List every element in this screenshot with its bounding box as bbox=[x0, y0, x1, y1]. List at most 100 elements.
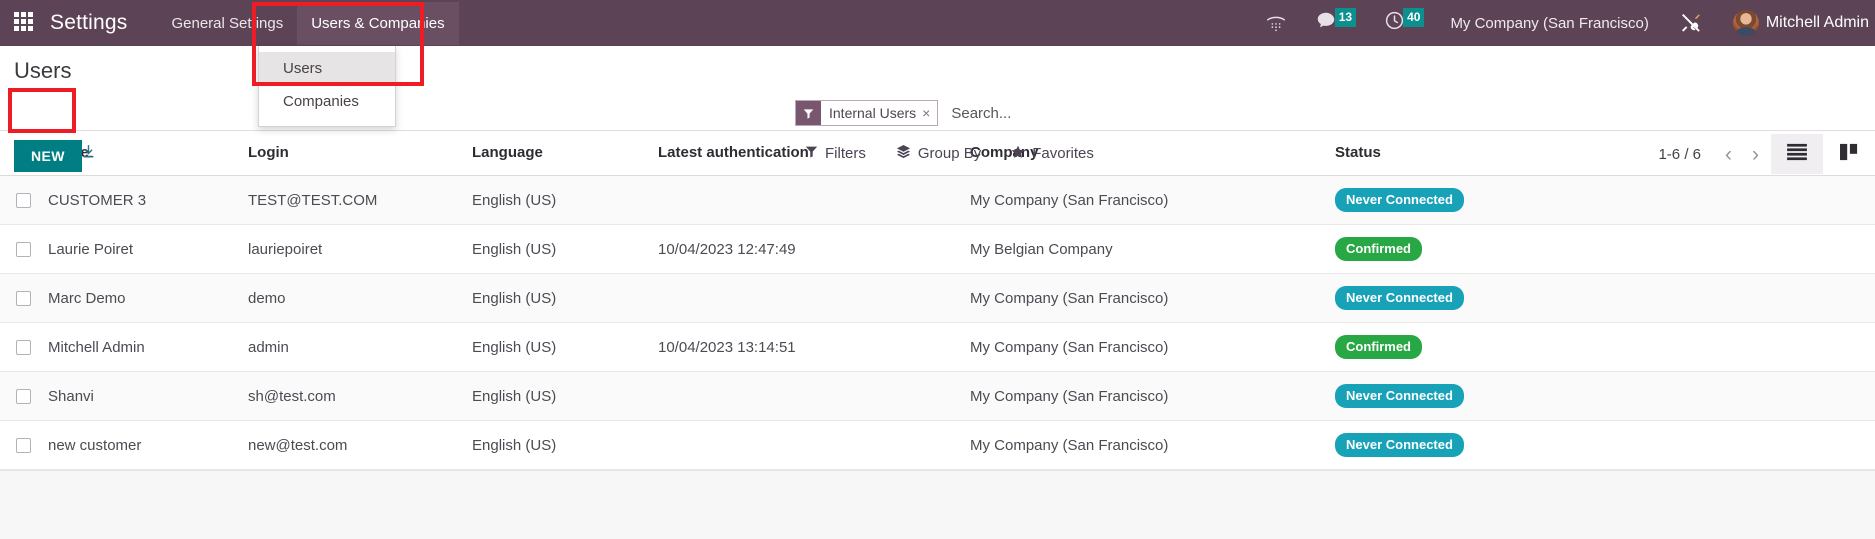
favorites-label: Favorites bbox=[1032, 145, 1094, 162]
cell-latest-authentication bbox=[658, 420, 970, 470]
cell-language: English (US) bbox=[472, 371, 658, 421]
cell-login: admin bbox=[248, 322, 472, 372]
pager: 1-6 / 6 ‹ › bbox=[1658, 144, 1767, 165]
menu-users-and-companies[interactable]: Users & Companies bbox=[297, 1, 459, 45]
status-badge: Never Connected bbox=[1335, 188, 1464, 212]
clock-icon bbox=[1384, 10, 1405, 36]
cell-company: My Company (San Francisco) bbox=[970, 175, 1335, 225]
view-switcher bbox=[1771, 134, 1875, 174]
row-checkbox-cell bbox=[0, 420, 48, 470]
menu-general-settings[interactable]: General Settings bbox=[157, 2, 297, 45]
column-header-login[interactable]: Login bbox=[248, 131, 472, 176]
cell-latest-authentication: 10/04/2023 12:47:49 bbox=[658, 224, 970, 274]
cell-name: Marc Demo bbox=[48, 273, 248, 323]
avatar[interactable] bbox=[1732, 10, 1759, 36]
status-badge: Confirmed bbox=[1335, 335, 1422, 359]
favorites-button[interactable]: Favorites bbox=[1011, 145, 1094, 163]
layers-icon bbox=[896, 144, 911, 163]
cell-login: new@test.com bbox=[248, 420, 472, 470]
row-checkbox[interactable] bbox=[16, 389, 31, 405]
tools-wrench-icon[interactable] bbox=[1679, 11, 1703, 35]
cell-name: Mitchell Admin bbox=[48, 322, 248, 372]
cell-latest-authentication bbox=[658, 371, 970, 421]
cell-login: demo bbox=[248, 273, 472, 323]
table-row[interactable]: Mitchell Admin admin English (US) 10/04/202… bbox=[0, 322, 1875, 372]
new-button[interactable]: NEW bbox=[14, 140, 82, 172]
row-checkbox-cell bbox=[0, 175, 48, 225]
cell-company: My Company (San Francisco) bbox=[970, 371, 1335, 421]
users-list-view: Name Login Language Latest authenticatio… bbox=[0, 131, 1875, 470]
cell-status: Confirmed bbox=[1335, 224, 1875, 274]
table-row[interactable]: Shanvi sh@test.com English (US) My Company … bbox=[0, 371, 1875, 421]
filter-funnel-icon bbox=[796, 101, 821, 125]
activities-badge: 40 bbox=[1403, 7, 1425, 27]
row-checkbox[interactable] bbox=[16, 291, 31, 307]
group-by-label: Group By bbox=[917, 145, 982, 162]
row-checkbox-cell bbox=[0, 224, 48, 274]
cell-status: Never Connected bbox=[1335, 175, 1875, 225]
search-facet-label: Internal Users bbox=[829, 105, 917, 121]
cell-language: English (US) bbox=[472, 322, 658, 372]
kanban-view-button[interactable] bbox=[1823, 134, 1875, 174]
users-table: Name Login Language Latest authenticatio… bbox=[0, 131, 1875, 470]
row-checkbox[interactable] bbox=[16, 242, 31, 258]
star-icon bbox=[1011, 145, 1025, 163]
row-checkbox-cell bbox=[0, 371, 48, 421]
row-checkbox[interactable] bbox=[16, 340, 31, 356]
cell-status: Never Connected bbox=[1335, 273, 1875, 323]
app-brand-settings[interactable]: Settings bbox=[50, 11, 127, 35]
dropdown-item-companies[interactable]: Companies bbox=[259, 85, 395, 118]
cell-language: English (US) bbox=[472, 273, 658, 323]
table-row[interactable]: CUSTOMER 3 TEST@TEST.COM English (US) My Co… bbox=[0, 175, 1875, 225]
cell-name: Shanvi bbox=[48, 371, 248, 421]
kanban-icon bbox=[1839, 143, 1859, 166]
cell-login: TEST@TEST.COM bbox=[248, 175, 472, 225]
cell-company: My Company (San Francisco) bbox=[970, 273, 1335, 323]
group-by-button[interactable]: Group By bbox=[896, 144, 981, 163]
search-facet-internal-users[interactable]: Internal Users × bbox=[795, 100, 939, 126]
download-arrow-icon[interactable] bbox=[80, 142, 97, 166]
close-icon[interactable]: × bbox=[922, 105, 937, 121]
cell-language: English (US) bbox=[472, 224, 658, 274]
column-header-language[interactable]: Language bbox=[472, 131, 658, 176]
filters-button[interactable]: Filters bbox=[805, 145, 866, 162]
cell-latest-authentication: 10/04/2023 13:14:51 bbox=[658, 322, 970, 372]
row-checkbox-cell bbox=[0, 273, 48, 323]
cell-name: new customer bbox=[48, 420, 248, 470]
status-badge: Never Connected bbox=[1335, 286, 1464, 310]
row-checkbox-cell bbox=[0, 322, 48, 372]
row-checkbox[interactable] bbox=[16, 193, 31, 209]
current-user-label[interactable]: Mitchell Admin bbox=[1766, 14, 1869, 32]
chevron-right-icon[interactable]: › bbox=[1744, 144, 1767, 165]
messages-counter[interactable]: 13 bbox=[1315, 7, 1357, 37]
list-view-button[interactable] bbox=[1771, 134, 1823, 174]
cell-company: My Belgian Company bbox=[970, 224, 1335, 274]
active-company-label[interactable]: My Company (San Francisco) bbox=[1450, 15, 1648, 32]
users-and-companies-dropdown: Users Companies bbox=[258, 46, 396, 127]
activities-counter[interactable]: 40 bbox=[1384, 7, 1425, 36]
messages-badge: 13 bbox=[1334, 7, 1357, 27]
cell-language: English (US) bbox=[472, 175, 658, 225]
cell-login: sh@test.com bbox=[248, 371, 472, 421]
cell-company: My Company (San Francisco) bbox=[970, 322, 1335, 372]
table-row[interactable]: new customer new@test.com English (US) My C… bbox=[0, 420, 1875, 470]
dialpad-phone-icon[interactable] bbox=[1265, 12, 1287, 34]
chevron-left-icon[interactable]: ‹ bbox=[1717, 144, 1740, 165]
apps-grid-icon[interactable] bbox=[14, 12, 36, 34]
pager-range: 1-6 / 6 bbox=[1658, 146, 1701, 163]
status-badge: Confirmed bbox=[1335, 237, 1422, 261]
dropdown-item-users[interactable]: Users bbox=[259, 52, 395, 85]
chat-bubble-icon bbox=[1315, 10, 1337, 37]
cell-name: Laurie Poiret bbox=[48, 224, 248, 274]
table-body: CUSTOMER 3 TEST@TEST.COM English (US) My Co… bbox=[0, 175, 1875, 470]
table-row[interactable]: Laurie Poiret lauriepoiret English (US) 10/… bbox=[0, 224, 1875, 274]
table-row[interactable]: Marc Demo demo English (US) My Company (San… bbox=[0, 273, 1875, 323]
search-input[interactable] bbox=[938, 100, 1579, 126]
row-checkbox[interactable] bbox=[16, 438, 31, 454]
cell-name: CUSTOMER 3 bbox=[48, 175, 248, 225]
cell-latest-authentication bbox=[658, 273, 970, 323]
cell-status: Confirmed bbox=[1335, 322, 1875, 372]
navbar-right-group: 13 40 My Company (San Francisco) Mitchel… bbox=[1251, 0, 1875, 46]
cell-company: My Company (San Francisco) bbox=[970, 420, 1335, 470]
status-badge: Never Connected bbox=[1335, 384, 1464, 408]
